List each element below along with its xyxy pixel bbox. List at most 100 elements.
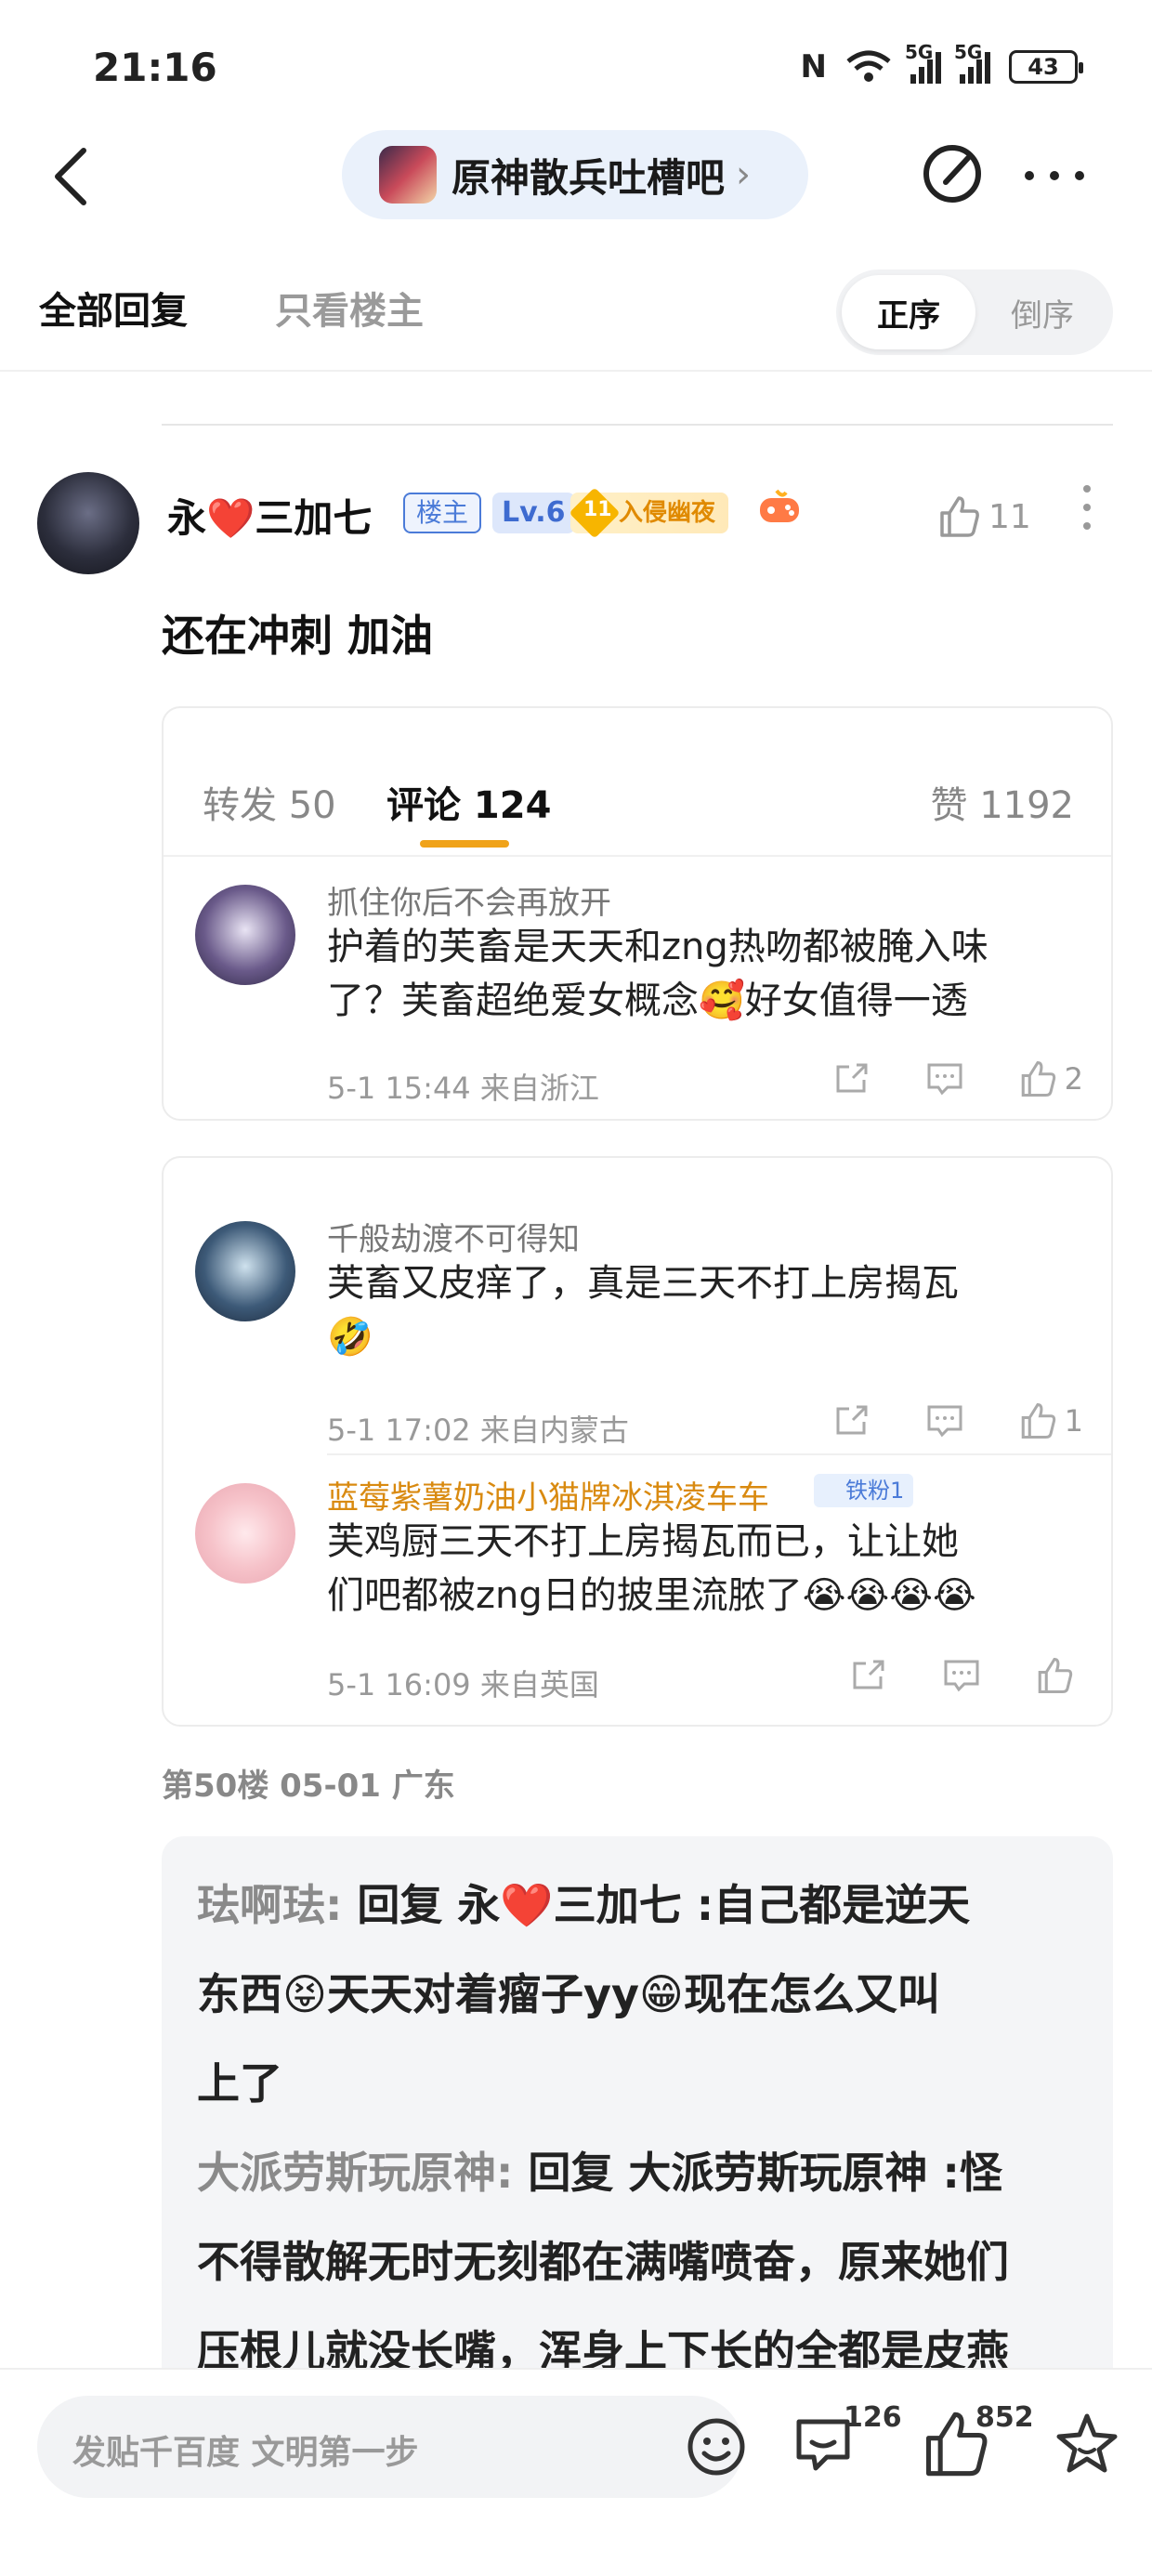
- comment-like: 2: [1018, 1059, 1083, 1098]
- status-time: 21:16: [93, 45, 217, 90]
- share-icon: [853, 1660, 884, 1689]
- more-icon[interactable]: [1022, 147, 1087, 193]
- comment-actions: 2: [832, 1059, 1083, 1098]
- tab-all-replies[interactable]: 全部回复: [39, 281, 188, 335]
- reply-line: 珐啊珐: 回复 永❤️三加七 :自己都是逆天: [197, 1860, 1078, 1950]
- order-toggle: 正序 倒序: [836, 269, 1113, 355]
- reply-line: 东西😝天天对着瘤子yy😁现在怎么又叫: [197, 1969, 940, 2019]
- comment-actions: 1: [832, 1401, 1083, 1440]
- game-icon: [758, 489, 801, 535]
- reply-text: 回复 大派劳斯玩原神 :怪: [513, 2148, 1002, 2198]
- comment-actions: [849, 1656, 1074, 1695]
- post-like-button[interactable]: 11: [936, 494, 1031, 539]
- status-icons: N 5G 5G 43: [801, 41, 1083, 85]
- fan-badge: 铁粉1: [814, 1474, 914, 1507]
- edit-icon[interactable]: [920, 141, 985, 206]
- like-count: 1: [1064, 1403, 1083, 1439]
- comment-line: 芙鸡厨三天不打上房揭瓦而已，让让她: [327, 1520, 959, 1563]
- reply-placeholder: 发贴千百度 文明第一步: [72, 2434, 419, 2472]
- post-image[interactable]: 转发 50 评论 124 赞 1192 抓住你后不会再放开 护着的芙畜是天天和z…: [162, 706, 1113, 1121]
- image-tab-forward: 转发 50: [203, 784, 336, 827]
- image-tab-comment: 评论 124: [386, 784, 552, 827]
- back-icon[interactable]: [46, 139, 102, 223]
- title-badge-level: 11: [583, 498, 612, 521]
- reply-tabs: 全部回复 只看楼主 正序 倒序: [0, 269, 1152, 372]
- reply-line: 大派劳斯玩原神: 回复 大派劳斯玩原神 :怪: [197, 2128, 1078, 2217]
- comment-icon: [927, 1063, 962, 1096]
- post-text: 还在冲刺 加油: [162, 611, 434, 661]
- image-tabs: 转发 50 评论 124 赞 1192: [164, 708, 1111, 857]
- tab-owner-only[interactable]: 只看楼主: [275, 281, 424, 335]
- comment-author: 蓝莓紫薯奶油小猫牌冰淇凌车车: [327, 1479, 769, 1517]
- comment-line: 护着的芙畜是天天和zng热吻都被腌入味: [327, 926, 988, 968]
- like-icon: [1021, 1060, 1055, 1097]
- list-item: 千般劫渡不可得知 芙畜又皮痒了，真是三天不打上房揭瓦 🤣 5-1 17:02 来…: [164, 1176, 1111, 1455]
- battery-icon: 43: [1009, 50, 1083, 84]
- forum-name: 原神散兵吐槽吧: [452, 154, 726, 201]
- forum-avatar: [379, 146, 437, 204]
- bottom-bar: 发贴千百度 文明第一步 126 852: [0, 2368, 1152, 2576]
- more-vertical-icon[interactable]: [1078, 483, 1096, 532]
- list-item: 抓住你后不会再放开 护着的芙畜是天天和zng热吻都被腌入味 了？芙畜超绝爱女概念…: [164, 857, 1111, 1119]
- comment-author: 千般劫渡不可得知: [327, 1221, 580, 1258]
- comment-line: 🤣: [327, 1316, 373, 1359]
- status-bar: 21:16 N 5G 5G 43: [0, 0, 1152, 130]
- avatar[interactable]: [37, 472, 139, 574]
- comment-author: 抓住你后不会再放开: [327, 885, 611, 922]
- avatar: [195, 1483, 295, 1584]
- chevron-right-icon: ›: [736, 153, 752, 196]
- signal-icon: 5G: [905, 41, 941, 84]
- reply-input[interactable]: 发贴千百度 文明第一步: [37, 2396, 745, 2498]
- divider: [162, 424, 1113, 426]
- reply-line: 上了: [197, 2058, 282, 2109]
- username-part: 三加七: [255, 495, 373, 541]
- owner-badge: 楼主: [403, 493, 482, 533]
- post-header: 永❤️三加七 楼主 Lv.6 入侵幽夜 11 11: [0, 465, 1152, 585]
- list-item: 蓝莓紫薯奶油小猫牌冰淇凌车车 铁粉1 芙鸡厨三天不打上房揭瓦而已，让让她 们吧都…: [164, 1455, 1111, 1725]
- comment-line: 了？芙畜超绝爱女概念🥰好女值得一透: [327, 979, 968, 1022]
- reply-author[interactable]: 大派劳斯玩原神:: [197, 2148, 513, 2198]
- order-desc-button[interactable]: 倒序: [975, 275, 1109, 349]
- comment-line: 们吧都被zng日的披里流脓了😭😭😭😭: [327, 1574, 976, 1617]
- reply-author[interactable]: 珐啊珐:: [197, 1880, 342, 1930]
- comment-meta: 5-1 15:44 来自浙江: [327, 1071, 599, 1106]
- avatar: [195, 885, 295, 985]
- avatar: [195, 1221, 295, 1321]
- top-nav: 原神散兵吐槽吧 ›: [0, 130, 1152, 269]
- like-icon: [1038, 1657, 1073, 1694]
- signal-icon: 5G: [954, 41, 990, 84]
- like-count: 2: [1064, 1061, 1083, 1097]
- floor-meta: 第50楼 05-01 广东: [162, 1768, 455, 1805]
- heart-icon: ❤️: [206, 495, 255, 541]
- star-icon[interactable]: [1052, 2409, 1122, 2479]
- like-icon: [1021, 1402, 1055, 1439]
- username[interactable]: 永❤️三加七: [167, 487, 372, 544]
- comment-icon: [927, 1405, 962, 1438]
- post-image[interactable]: 千般劫渡不可得知 芙畜又皮痒了，真是三天不打上房揭瓦 🤣 5-1 17:02 来…: [162, 1156, 1113, 1727]
- image-tab-like: 赞 1192: [930, 784, 1074, 827]
- comment-count: 126: [844, 2401, 902, 2434]
- battery-level: 43: [1028, 54, 1059, 80]
- like-icon: [940, 496, 979, 537]
- tab-underline: [420, 840, 509, 848]
- comment-text: 护着的芙畜是天天和zng热吻都被腌入味 了？芙畜超绝爱女概念🥰好女值得一透: [327, 920, 1089, 1028]
- sub-replies[interactable]: 珐啊珐: 回复 永❤️三加七 :自己都是逆天 东西😝天天对着瘤子yy😁现在怎么又…: [162, 1836, 1113, 2394]
- forum-link[interactable]: 原神散兵吐槽吧 ›: [342, 130, 808, 219]
- share-icon: [836, 1405, 868, 1435]
- divider: [0, 370, 1152, 372]
- reply-line: 不得散解无时无刻都在满嘴喷奋，原来她们: [197, 2237, 1009, 2287]
- comment-text: 芙鸡厨三天不打上房揭瓦而已，让让她 们吧都被zng日的披里流脓了😭😭😭😭: [327, 1515, 1089, 1623]
- comment-meta: 5-1 17:02 来自内蒙古: [327, 1413, 629, 1448]
- username-part: 永: [167, 495, 207, 541]
- comment-like: 1: [1018, 1401, 1083, 1440]
- order-asc-button[interactable]: 正序: [842, 275, 975, 349]
- comment-line: 芙畜又皮痒了，真是三天不打上房揭瓦: [327, 1262, 959, 1305]
- like-count: 11: [988, 497, 1031, 536]
- like-count: 852: [975, 2401, 1034, 2434]
- network-label: 5G: [954, 41, 983, 63]
- emoji-icon[interactable]: [684, 2414, 749, 2479]
- comment-text: 芙畜又皮痒了，真是三天不打上房揭瓦 🤣: [327, 1256, 1089, 1364]
- comment-icon: [944, 1660, 979, 1692]
- level-badge: Lv.6: [492, 493, 575, 533]
- reply-text: 回复 永❤️三加七 :自己都是逆天: [342, 1880, 971, 1930]
